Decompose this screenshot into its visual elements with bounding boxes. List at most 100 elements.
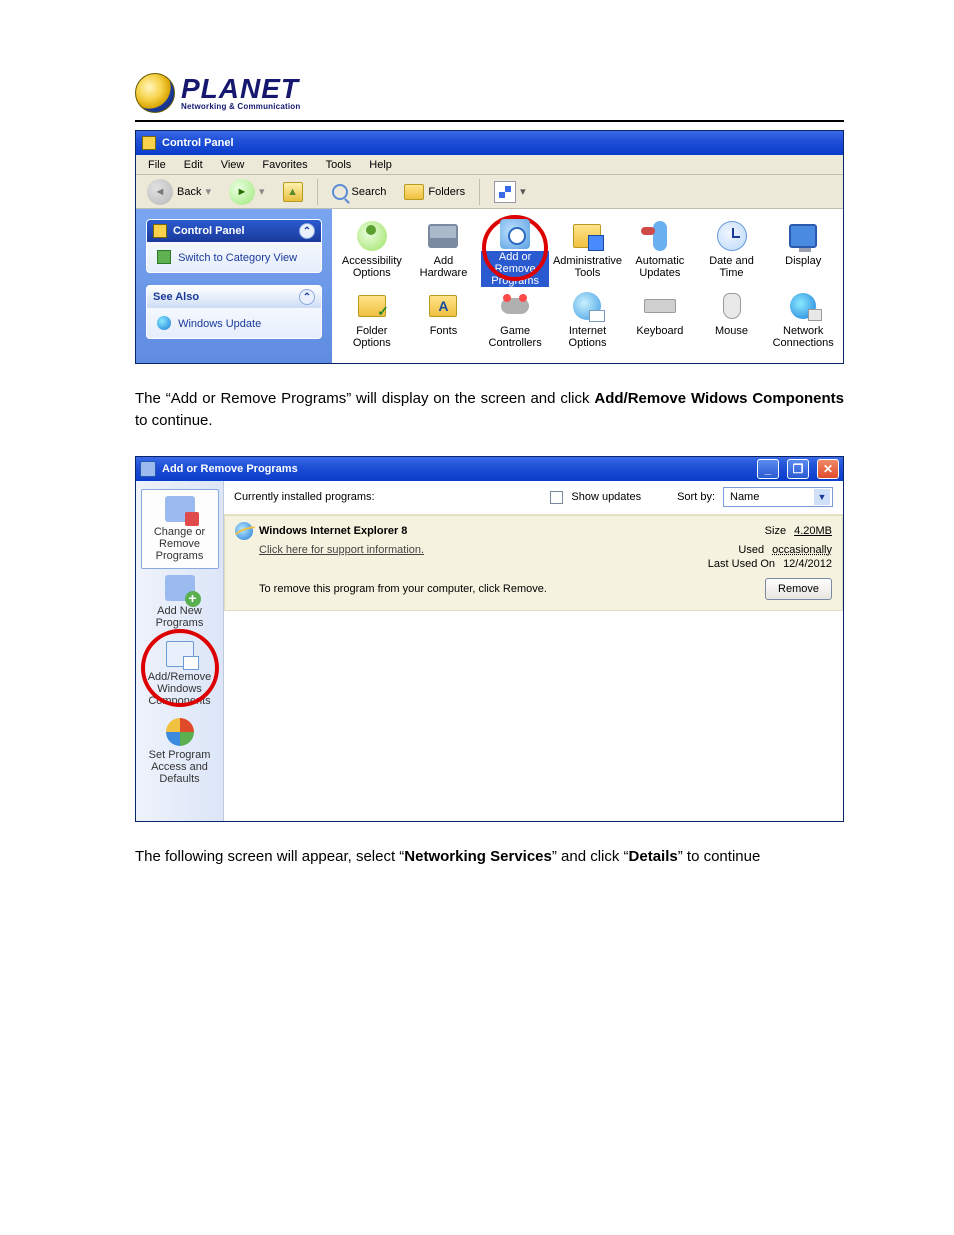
up-button[interactable]: ▲ <box>276 178 310 206</box>
cp-item-accessibility[interactable]: Accessibility Options <box>336 215 408 285</box>
accessibility-icon <box>357 221 387 251</box>
maximize-button[interactable]: ❐ <box>787 459 809 479</box>
sidebar-btn-label: Add New Programs <box>143 605 217 629</box>
cp-label: Add Hardware <box>410 255 478 279</box>
window-titlebar[interactable]: Add or Remove Programs _ ❐ ✕ <box>136 457 843 481</box>
icon-area: Accessibility Options Add Hardware Add o… <box>332 209 843 363</box>
show-updates-label: Show updates <box>571 491 641 503</box>
add-new-programs-button[interactable]: Add New Programs <box>141 569 219 635</box>
control-panel-window: Control Panel File Edit View Favorites T… <box>135 130 844 364</box>
cp-item-add-hardware[interactable]: Add Hardware <box>408 215 480 285</box>
add-remove-programs-icon <box>140 461 156 477</box>
para2-post: ” to continue <box>678 848 761 865</box>
cp-item-keyboard[interactable]: Keyboard <box>624 285 696 355</box>
sidebar-title: Control Panel <box>173 225 245 237</box>
fonts-icon: A <box>429 295 457 317</box>
window-titlebar[interactable]: Control Panel <box>136 131 843 155</box>
cp-label: Network Connections <box>769 325 837 349</box>
cp-item-game-controllers[interactable]: Game Controllers <box>479 285 551 355</box>
planet-globe-icon <box>135 73 175 113</box>
add-new-programs-icon <box>165 575 195 601</box>
close-button[interactable]: ✕ <box>817 459 839 479</box>
folders-button[interactable]: Folders <box>397 180 472 204</box>
sidebar-header[interactable]: Control Panel ⌃ <box>147 220 321 242</box>
collapse-chevron-icon[interactable]: ⌃ <box>299 223 315 239</box>
cp-item-fonts[interactable]: A Fonts <box>408 285 480 355</box>
cp-label: Automatic Updates <box>626 255 694 279</box>
cp-label: Game Controllers <box>481 325 549 349</box>
window-title: Add or Remove Programs <box>162 463 298 475</box>
toolbar-separator <box>479 179 480 205</box>
last-used-value: 12/4/2012 <box>783 558 832 570</box>
forward-button[interactable]: ► ▾ <box>222 175 272 209</box>
folders-icon <box>404 184 424 200</box>
folder-up-icon: ▲ <box>283 182 303 202</box>
internet-options-icon <box>573 292 601 320</box>
administrative-tools-icon <box>573 224 601 248</box>
cp-item-internet-options[interactable]: Internet Options <box>551 285 624 355</box>
collapse-chevron-icon[interactable]: ⌃ <box>299 289 315 305</box>
menu-favorites[interactable]: Favorites <box>254 157 315 173</box>
remove-button[interactable]: Remove <box>765 578 832 600</box>
views-button[interactable]: ▾ <box>487 177 533 207</box>
change-remove-icon <box>165 496 195 522</box>
menu-edit[interactable]: Edit <box>176 157 211 173</box>
logo-tagline: Networking & Communication <box>181 103 300 111</box>
cp-item-date-time[interactable]: Date and Time <box>696 215 768 285</box>
sort-by-select[interactable]: Name ▼ <box>723 487 833 507</box>
minimize-button[interactable]: _ <box>757 459 779 479</box>
program-name: Windows Internet Explorer 8 <box>259 525 759 537</box>
task-pane: Control Panel ⌃ Switch to Category View … <box>136 209 332 363</box>
para2-mid: ” and click “ <box>552 848 629 865</box>
search-button[interactable]: Search <box>325 180 394 204</box>
sidebar-btn-label: Set Program Access and Defaults <box>143 749 217 785</box>
switch-category-link[interactable]: Switch to Category View <box>178 252 297 264</box>
switch-view-icon <box>157 250 171 264</box>
cp-label: Mouse <box>715 325 748 337</box>
back-button[interactable]: ◄ Back ▾ <box>140 175 218 209</box>
para1-pre: The “Add or Remove Programs” will displa… <box>135 390 594 407</box>
logo-title: PLANET <box>181 75 300 103</box>
add-remove-programs-window: Add or Remove Programs _ ❐ ✕ Change or R… <box>135 456 844 822</box>
cp-item-folder-options[interactable]: Folder Options <box>336 285 408 355</box>
cp-item-add-remove-programs[interactable]: Add or Remove Programs <box>479 215 551 285</box>
menu-bar: File Edit View Favorites Tools Help <box>136 155 843 175</box>
set-program-access-button[interactable]: Set Program Access and Defaults <box>141 713 219 791</box>
cp-item-automatic-updates[interactable]: Automatic Updates <box>624 215 696 285</box>
views-dropdown-icon: ▾ <box>520 185 526 198</box>
back-arrow-icon: ◄ <box>147 179 173 205</box>
add-remove-windows-components-button[interactable]: Add/Remove Windows Components <box>141 635 219 713</box>
internet-explorer-icon <box>235 522 253 540</box>
support-info-link[interactable]: Click here for support information. <box>259 544 424 556</box>
cp-label: Administrative Tools <box>553 255 622 279</box>
cp-label: Display <box>785 255 821 267</box>
views-icon <box>494 181 516 203</box>
dropdown-chevron-icon: ▼ <box>814 489 830 505</box>
cp-item-display[interactable]: Display <box>767 215 839 285</box>
para1-bold: Add/Remove Widows Components <box>594 390 844 407</box>
add-hardware-icon <box>428 224 458 248</box>
show-updates-checkbox[interactable] <box>550 491 563 504</box>
instruction-para-2: The following screen will appear, select… <box>135 846 844 868</box>
windows-update-link[interactable]: Windows Update <box>178 318 261 330</box>
cp-item-administrative-tools[interactable]: Administrative Tools <box>551 215 624 285</box>
change-remove-programs-button[interactable]: Change or Remove Programs <box>141 489 219 569</box>
installed-program-item[interactable]: Windows Internet Explorer 8 Size 4.20MB … <box>224 515 843 611</box>
folders-label: Folders <box>428 186 465 198</box>
menu-file[interactable]: File <box>140 157 174 173</box>
control-panel-icon <box>142 136 156 150</box>
menu-tools[interactable]: Tools <box>318 157 360 173</box>
menu-view[interactable]: View <box>213 157 253 173</box>
remove-instruction: To remove this program from your compute… <box>259 583 547 595</box>
list-header-row: Currently installed programs: Show updat… <box>224 481 843 515</box>
cp-label: Internet Options <box>553 325 622 349</box>
cp-item-mouse[interactable]: Mouse <box>696 285 768 355</box>
see-also-title: See Also <box>153 291 199 303</box>
cp-item-network-connections[interactable]: Network Connections <box>767 285 839 355</box>
brand-logo: PLANET Networking & Communication <box>135 70 844 116</box>
network-connections-icon <box>790 293 816 319</box>
menu-help[interactable]: Help <box>361 157 400 173</box>
size-value: 4.20MB <box>794 525 832 537</box>
sidebar-header[interactable]: See Also ⌃ <box>147 286 321 308</box>
toolbar-separator <box>317 179 318 205</box>
